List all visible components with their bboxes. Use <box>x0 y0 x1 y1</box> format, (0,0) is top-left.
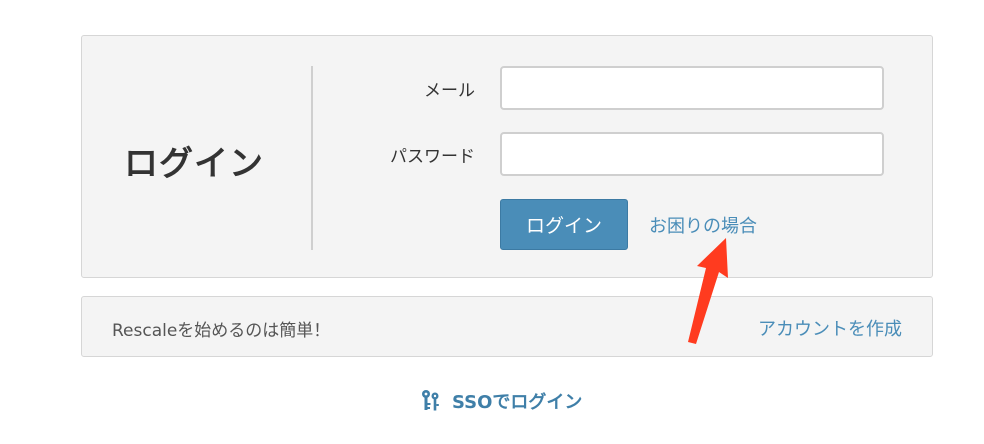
login-button[interactable]: ログイン <box>500 199 628 250</box>
keys-icon <box>420 389 442 413</box>
sso-label: SSOでログイン <box>452 392 583 413</box>
help-link[interactable]: お困りの場合 <box>649 212 757 238</box>
signup-bar: Rescaleを始めるのは簡単！ アカウントを作成 <box>81 296 933 357</box>
login-title: ログイン <box>124 144 264 184</box>
create-account-link[interactable]: アカウントを作成 <box>758 315 902 341</box>
password-field[interactable] <box>500 132 884 176</box>
red-arrow-annotation <box>688 238 728 344</box>
panel-divider <box>311 66 313 250</box>
login-panel: ログイン メール パスワード ログイン お困りの場合 <box>81 35 933 278</box>
sso-login-link[interactable]: SSOでログイン <box>420 388 582 414</box>
signup-text: Rescaleを始めるのは簡単！ <box>112 321 331 341</box>
password-label: パスワード <box>390 147 475 167</box>
email-field[interactable] <box>500 66 884 110</box>
email-label: メール <box>424 81 475 101</box>
